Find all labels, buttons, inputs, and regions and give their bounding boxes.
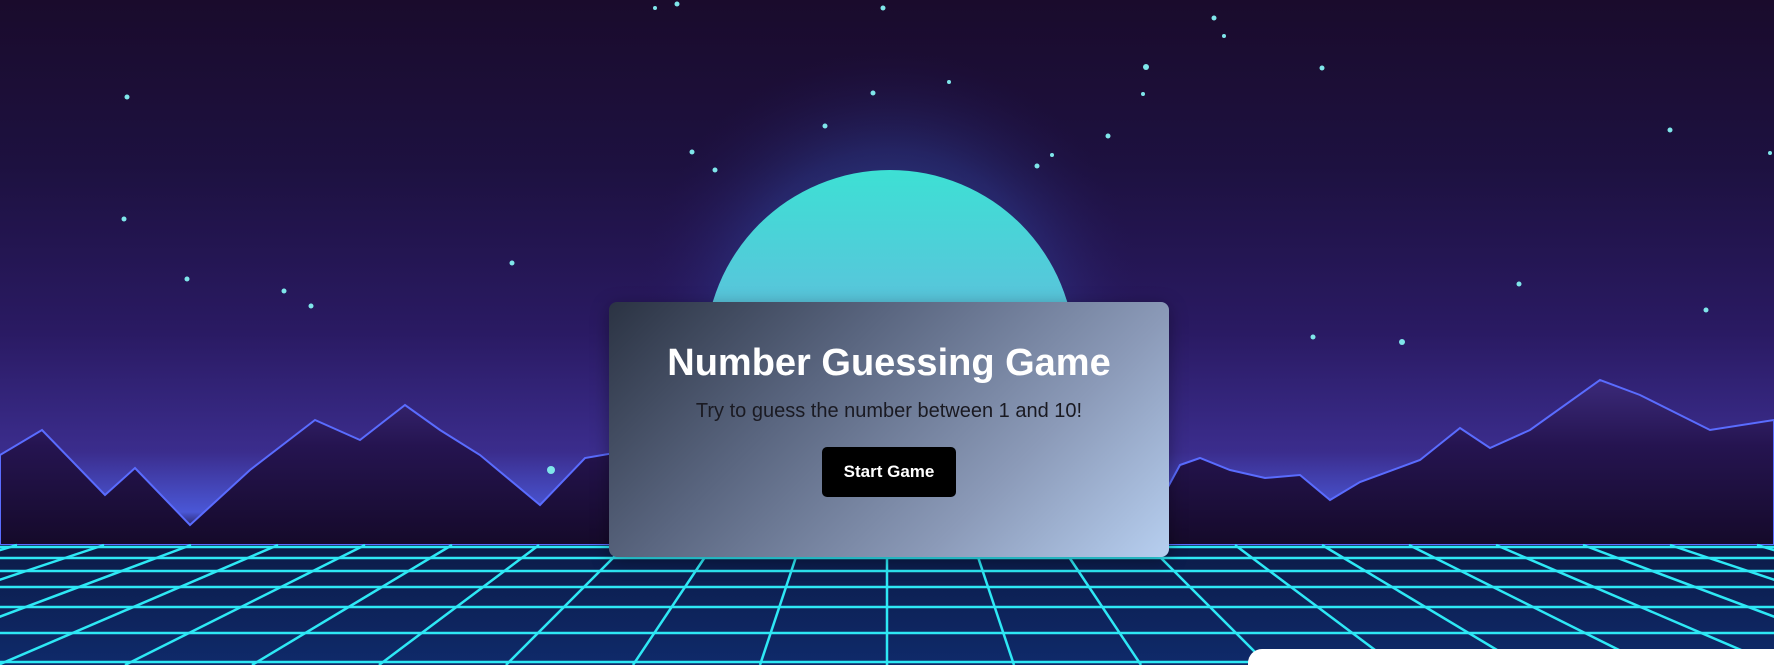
start-game-button[interactable]: Start Game <box>822 447 956 497</box>
game-title: Number Guessing Game <box>667 342 1111 384</box>
game-screen: Number Guessing Game Try to guess the nu… <box>0 0 1774 665</box>
game-instructions: Try to guess the number between 1 and 10… <box>695 400 1083 422</box>
corner-panel <box>1248 649 1774 665</box>
game-card: Number Guessing Game Try to guess the nu… <box>609 302 1169 557</box>
